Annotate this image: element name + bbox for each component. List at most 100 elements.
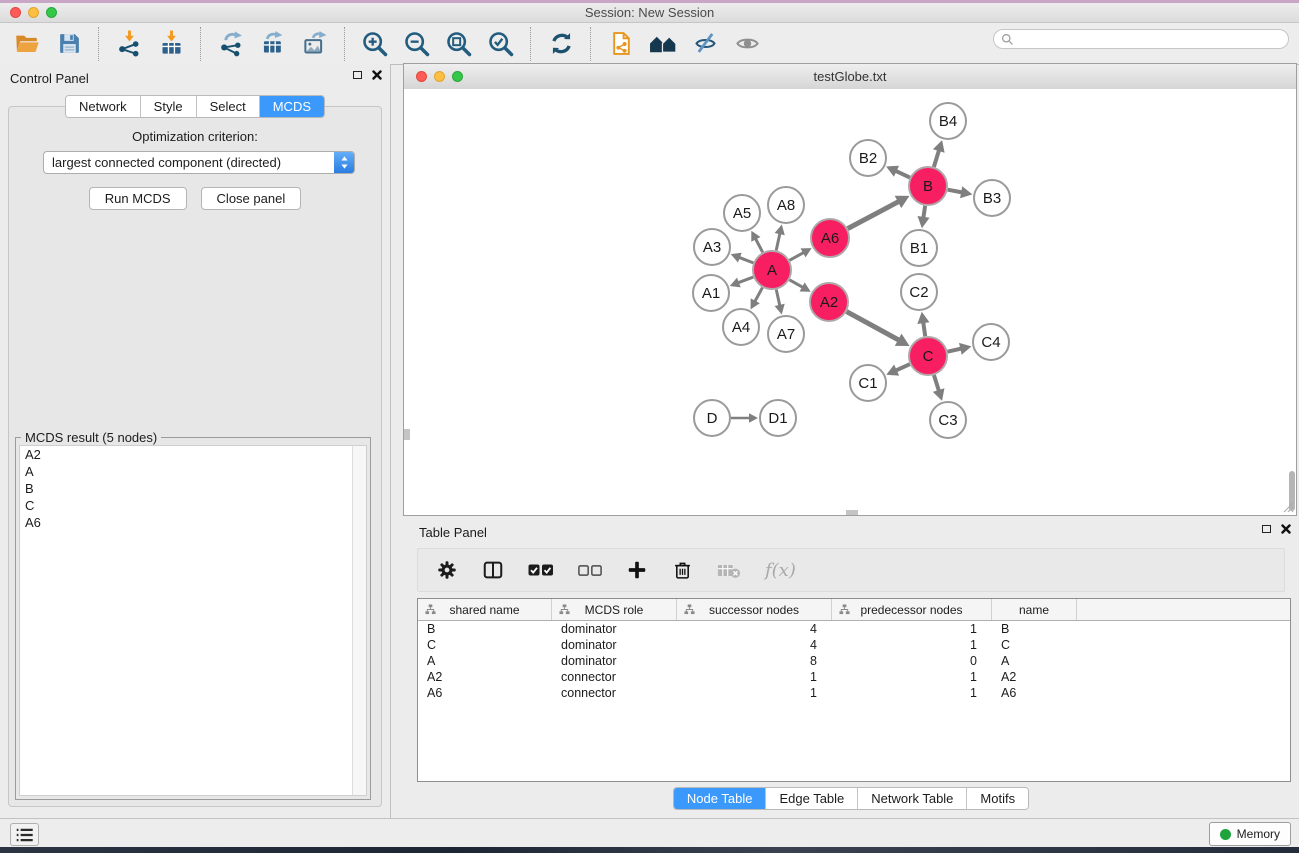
node-B[interactable]: B — [909, 167, 947, 205]
table-row[interactable]: Bdominator41B — [418, 621, 1290, 637]
node-D[interactable]: D — [694, 400, 730, 436]
search-field[interactable] — [993, 29, 1289, 49]
export-table-icon[interactable] — [256, 28, 290, 60]
node-A[interactable]: A — [753, 251, 791, 289]
refresh-icon[interactable] — [544, 28, 578, 60]
mcds-result-list[interactable]: A2ABCA6 — [19, 445, 367, 796]
table-row[interactable]: A6connector11A6 — [418, 685, 1290, 701]
edge-A-A3[interactable] — [739, 257, 753, 263]
table-row[interactable]: Cdominator41C — [418, 637, 1290, 653]
zoom-selected-icon[interactable] — [484, 28, 518, 60]
column-header-shared-name[interactable]: shared name — [418, 599, 552, 620]
node-A6[interactable]: A6 — [811, 219, 849, 257]
gear-icon[interactable] — [436, 559, 458, 581]
mcds-result-item[interactable]: A2 — [20, 446, 366, 463]
result-list-scrollbar[interactable] — [352, 446, 366, 795]
zoom-in-icon[interactable] — [358, 28, 392, 60]
close-panel-icon[interactable] — [372, 70, 382, 80]
memory-button[interactable]: Memory — [1209, 822, 1291, 846]
mcds-result-item[interactable]: B — [20, 480, 366, 497]
close-panel-icon[interactable] — [1281, 524, 1291, 534]
edge-A-A5[interactable] — [755, 238, 762, 252]
node-C2[interactable]: C2 — [901, 274, 937, 310]
edge-A-A4[interactable] — [755, 288, 763, 302]
function-builder-icon[interactable]: f(x) — [765, 560, 796, 581]
node-B3[interactable]: B3 — [974, 180, 1010, 216]
node-C4[interactable]: C4 — [973, 324, 1009, 360]
edge-A6-B[interactable] — [848, 201, 899, 228]
edge-B-B4[interactable] — [934, 150, 939, 167]
node-A5[interactable]: A5 — [724, 195, 760, 231]
node-D1[interactable]: D1 — [760, 400, 796, 436]
node-A8[interactable]: A8 — [768, 187, 804, 223]
tab-node-table[interactable]: Node Table — [674, 788, 767, 809]
delete-table-icon[interactable] — [717, 562, 741, 579]
mcds-result-item[interactable]: A6 — [20, 514, 366, 531]
search-input[interactable] — [1018, 31, 1288, 47]
tab-edge-table[interactable]: Edge Table — [766, 788, 858, 809]
edge-B-B2[interactable] — [896, 171, 910, 178]
node-C1[interactable]: C1 — [850, 365, 886, 401]
import-table-icon[interactable] — [154, 28, 188, 60]
task-history-button[interactable] — [10, 823, 39, 846]
close-panel-button[interactable]: Close panel — [201, 187, 302, 210]
save-session-icon[interactable] — [52, 28, 86, 60]
edge-A-A1[interactable] — [738, 277, 753, 283]
mcds-result-item[interactable]: A — [20, 463, 366, 480]
column-header-MCDS-role[interactable]: MCDS role — [552, 599, 677, 620]
edge-C-C2[interactable] — [923, 322, 925, 336]
column-header-predecessor-nodes[interactable]: predecessor nodes — [832, 599, 992, 620]
delete-icon[interactable] — [672, 559, 693, 581]
columns-icon[interactable] — [482, 559, 504, 581]
edge-A2-C[interactable] — [847, 312, 899, 341]
edge-B-B3[interactable] — [948, 190, 962, 193]
show-graphics-details-icon[interactable] — [730, 28, 764, 60]
node-B1[interactable]: B1 — [901, 230, 937, 266]
open-file-icon[interactable] — [10, 28, 44, 60]
tab-style[interactable]: Style — [141, 96, 197, 117]
mcds-result-item[interactable]: C — [20, 497, 366, 514]
resize-grip-icon[interactable] — [1282, 501, 1294, 513]
edge-A-A7[interactable] — [776, 290, 780, 306]
select-all-icon[interactable] — [528, 563, 554, 577]
column-header-name[interactable]: name — [992, 599, 1077, 620]
tab-motifs[interactable]: Motifs — [967, 788, 1028, 809]
tab-network-table[interactable]: Network Table — [858, 788, 967, 809]
float-panel-icon[interactable] — [1262, 525, 1271, 533]
canvas-scroll-mark-left[interactable] — [404, 429, 410, 440]
zoom-out-icon[interactable] — [400, 28, 434, 60]
node-B4[interactable]: B4 — [930, 103, 966, 139]
edge-A-A6[interactable] — [790, 252, 804, 260]
node-C3[interactable]: C3 — [930, 402, 966, 438]
node-A1[interactable]: A1 — [693, 275, 729, 311]
new-session-icon[interactable] — [604, 28, 638, 60]
node-C[interactable]: C — [909, 337, 947, 375]
edge-C-C1[interactable] — [896, 364, 910, 370]
table-row[interactable]: Adominator80A — [418, 653, 1290, 669]
hide-graphics-details-icon[interactable] — [688, 28, 722, 60]
deselect-all-icon[interactable] — [578, 564, 602, 577]
tab-network[interactable]: Network — [66, 96, 141, 117]
criterion-select[interactable]: largest connected component (directed) — [43, 151, 355, 174]
network-canvas[interactable]: B4B2BB3A8A5A6A3B1AA1C2A2A4A7C4CC1C3DD1 — [404, 89, 1296, 515]
node-A3[interactable]: A3 — [694, 229, 730, 265]
table-row[interactable]: A2connector11A2 — [418, 669, 1290, 685]
node-A7[interactable]: A7 — [768, 316, 804, 352]
run-mcds-button[interactable]: Run MCDS — [89, 187, 187, 210]
tab-select[interactable]: Select — [197, 96, 260, 117]
edge-B-B1[interactable] — [923, 206, 925, 218]
zoom-fit-icon[interactable] — [442, 28, 476, 60]
tab-mcds[interactable]: MCDS — [260, 96, 324, 117]
float-panel-icon[interactable] — [353, 71, 362, 79]
import-network-icon[interactable] — [112, 28, 146, 60]
node-B2[interactable]: B2 — [850, 140, 886, 176]
edge-A-A8[interactable] — [776, 233, 780, 250]
canvas-scroll-mark-bottom[interactable] — [846, 510, 858, 515]
edge-C-C4[interactable] — [948, 349, 962, 352]
export-image-icon[interactable] — [298, 28, 332, 60]
node-A2[interactable]: A2 — [810, 283, 848, 321]
edge-C-C3[interactable] — [934, 375, 939, 391]
add-column-icon[interactable] — [626, 559, 648, 581]
node-table[interactable]: shared nameMCDS rolesuccessor nodesprede… — [417, 598, 1291, 782]
edge-A-A2[interactable] — [789, 280, 803, 288]
